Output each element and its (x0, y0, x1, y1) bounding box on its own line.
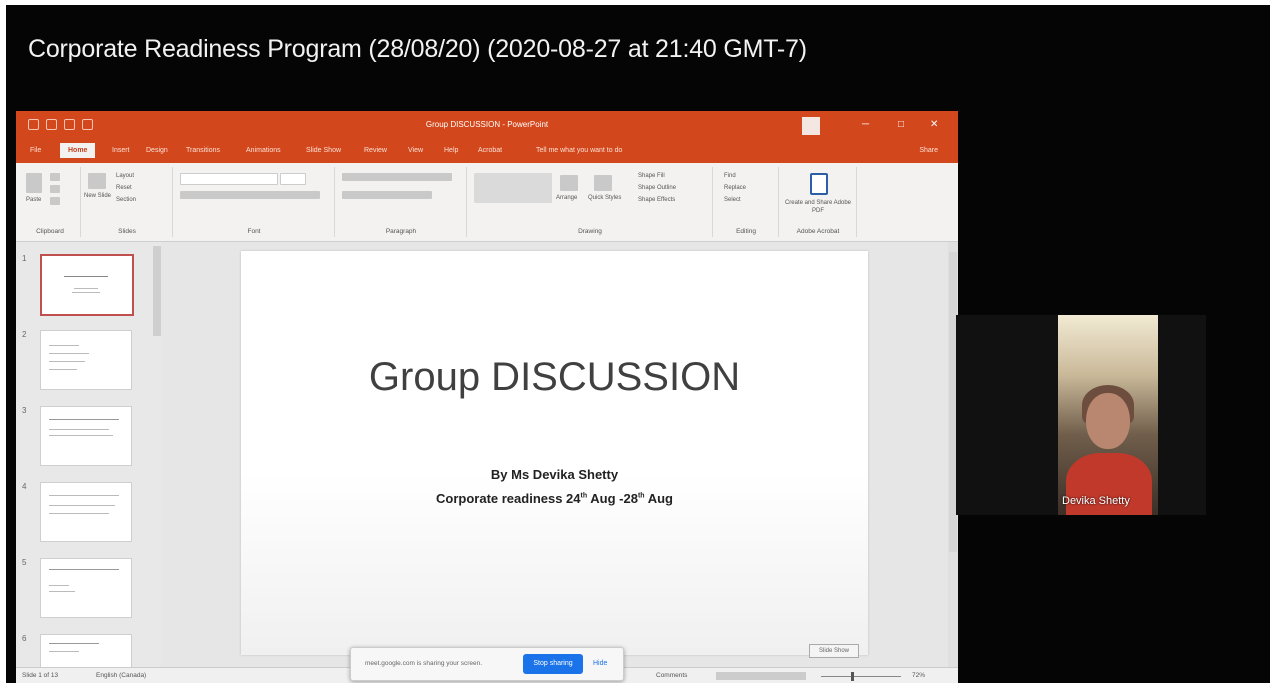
shared-screen: Group DISCUSSION - PowerPoint ─ □ ✕ File… (16, 111, 958, 683)
screen-sharing-bar: meet.google.com is sharing your screen. … (350, 647, 624, 681)
section-button[interactable]: Section (116, 197, 136, 203)
clipboard-group-label: Clipboard (36, 228, 64, 235)
zoom-level[interactable]: 72% (912, 672, 925, 679)
tab-design[interactable]: Design (146, 147, 168, 154)
participant-face (1086, 393, 1130, 449)
stop-sharing-button[interactable]: Stop sharing (523, 654, 583, 674)
font-name-select[interactable] (180, 173, 278, 185)
tab-file[interactable]: File (30, 147, 41, 154)
slide-thumbnail-image[interactable] (40, 558, 132, 618)
layout-button[interactable]: Layout (116, 173, 134, 179)
format-painter-icon[interactable] (50, 197, 60, 205)
minimize-button[interactable]: ─ (862, 119, 869, 130)
paragraph-group-label: Paragraph (385, 228, 417, 235)
ribbon-group-font: Font (174, 167, 335, 237)
slides-group-label: Slides (118, 228, 136, 235)
slide-number: 6 (22, 634, 27, 643)
tab-slide-show[interactable]: Slide Show (306, 147, 341, 154)
close-button[interactable]: ✕ (930, 119, 938, 130)
shape-fill-button[interactable]: Shape Fill (638, 173, 665, 179)
comments-button[interactable]: Comments (656, 672, 687, 679)
meeting-title: Corporate Readiness Program (28/08/20) (… (28, 35, 807, 63)
tab-transitions[interactable]: Transitions (186, 147, 220, 154)
slide-number: 5 (22, 558, 27, 567)
shape-effects-button[interactable]: Shape Effects (638, 197, 675, 203)
acrobat-group-label: Adobe Acrobat (796, 228, 840, 235)
paste-label[interactable]: Paste (26, 197, 41, 203)
arrange-label[interactable]: Arrange (556, 195, 577, 201)
quick-styles-label[interactable]: Quick Styles (588, 195, 621, 201)
slide-canvas[interactable]: Group DISCUSSION By Ms Devika Shetty Cor… (241, 251, 868, 655)
tab-view[interactable]: View (408, 147, 423, 154)
slide-counter: Slide 1 of 13 (22, 672, 59, 679)
reset-button[interactable]: Reset (116, 185, 132, 191)
maximize-button[interactable]: □ (898, 119, 904, 130)
slide-thumbnail-image[interactable] (40, 330, 132, 390)
new-slide-icon[interactable] (88, 173, 106, 189)
find-button[interactable]: Find (724, 173, 736, 179)
shape-outline-button[interactable]: Shape Outline (638, 185, 676, 191)
editing-group-label: Editing (736, 228, 756, 235)
slide-subtitle[interactable]: Corporate readiness 24th Aug -28th Aug (241, 491, 868, 506)
tell-me-search[interactable]: Tell me what you want to do (536, 147, 622, 154)
copy-icon[interactable] (50, 185, 60, 193)
slide-show-button[interactable]: Slide Show (809, 644, 859, 658)
slide-thumbnail-image[interactable] (40, 254, 134, 316)
ribbon-tabs: File Home Insert Design Transitions Anim… (16, 141, 958, 163)
ribbon-group-clipboard: Paste Clipboard (20, 167, 81, 237)
slide-thumbnail-pane[interactable]: 1 2 3 4 5 6 (16, 242, 161, 683)
tab-review[interactable]: Review (364, 147, 387, 154)
drawing-group-label: Drawing (578, 228, 602, 235)
slide-title[interactable]: Group DISCUSSION (241, 355, 868, 400)
language-indicator[interactable]: English (Canada) (96, 672, 146, 679)
tab-animations[interactable]: Animations (246, 147, 281, 154)
powerpoint-title-bar: Group DISCUSSION - PowerPoint ─ □ ✕ (16, 111, 958, 141)
select-button[interactable]: Select (724, 197, 741, 203)
replace-button[interactable]: Replace (724, 185, 746, 191)
quick-styles-icon[interactable] (594, 175, 612, 191)
font-group-label: Font (247, 228, 261, 235)
ribbon-group-paragraph: Paragraph (336, 167, 467, 237)
ribbon-group-acrobat: Create and Share Adobe PDF Adobe Acrobat (780, 167, 857, 237)
zoom-slider-thumb[interactable] (851, 672, 854, 681)
new-slide-label[interactable]: New Slide (84, 193, 111, 199)
view-buttons[interactable] (716, 672, 806, 680)
slide-byline[interactable]: By Ms Devika Shetty (241, 467, 868, 482)
alignment-buttons[interactable] (342, 191, 432, 199)
list-buttons[interactable] (342, 173, 452, 181)
share-button[interactable]: Share (919, 147, 938, 154)
tab-home[interactable]: Home (60, 143, 96, 158)
zoom-slider[interactable] (821, 676, 901, 677)
account-avatar[interactable] (802, 117, 820, 135)
ribbon-group-slides: New Slide Layout Reset Section Slides (82, 167, 173, 237)
thumbnail-scrollbar[interactable] (153, 246, 161, 336)
paste-icon[interactable] (26, 173, 42, 193)
hide-sharing-bar-button[interactable]: Hide (593, 660, 607, 667)
slide-number: 4 (22, 482, 27, 491)
sharing-message: meet.google.com is sharing your screen. (365, 660, 483, 667)
tab-insert[interactable]: Insert (112, 147, 130, 154)
slide-number: 1 (22, 254, 27, 263)
participant-tile[interactable]: Devika Shetty (956, 315, 1206, 515)
shapes-gallery[interactable] (474, 173, 552, 203)
arrange-icon[interactable] (560, 175, 578, 191)
participant-name: Devika Shetty (1062, 495, 1130, 507)
create-pdf-label[interactable]: Create and Share Adobe PDF (784, 199, 852, 215)
tab-acrobat[interactable]: Acrobat (478, 147, 502, 154)
tab-help[interactable]: Help (444, 147, 458, 154)
slide-thumbnail-image[interactable] (40, 482, 132, 542)
slide-number: 2 (22, 330, 27, 339)
ribbon: Paste Clipboard New Slide Layout Reset S… (16, 163, 958, 242)
slide-number: 3 (22, 406, 27, 415)
adobe-pdf-icon[interactable] (810, 173, 828, 195)
font-size-select[interactable] (280, 173, 306, 185)
participant-video: Devika Shetty (1058, 315, 1158, 515)
ribbon-group-editing: Find Replace Select Editing (714, 167, 779, 237)
slide-thumbnail-image[interactable] (40, 406, 132, 466)
font-format-buttons[interactable] (180, 191, 320, 199)
cut-icon[interactable] (50, 173, 60, 181)
ribbon-group-drawing: Arrange Quick Styles Shape Fill Shape Ou… (468, 167, 713, 237)
meeting-recording-frame: Corporate Readiness Program (28/08/20) (… (6, 5, 1270, 683)
